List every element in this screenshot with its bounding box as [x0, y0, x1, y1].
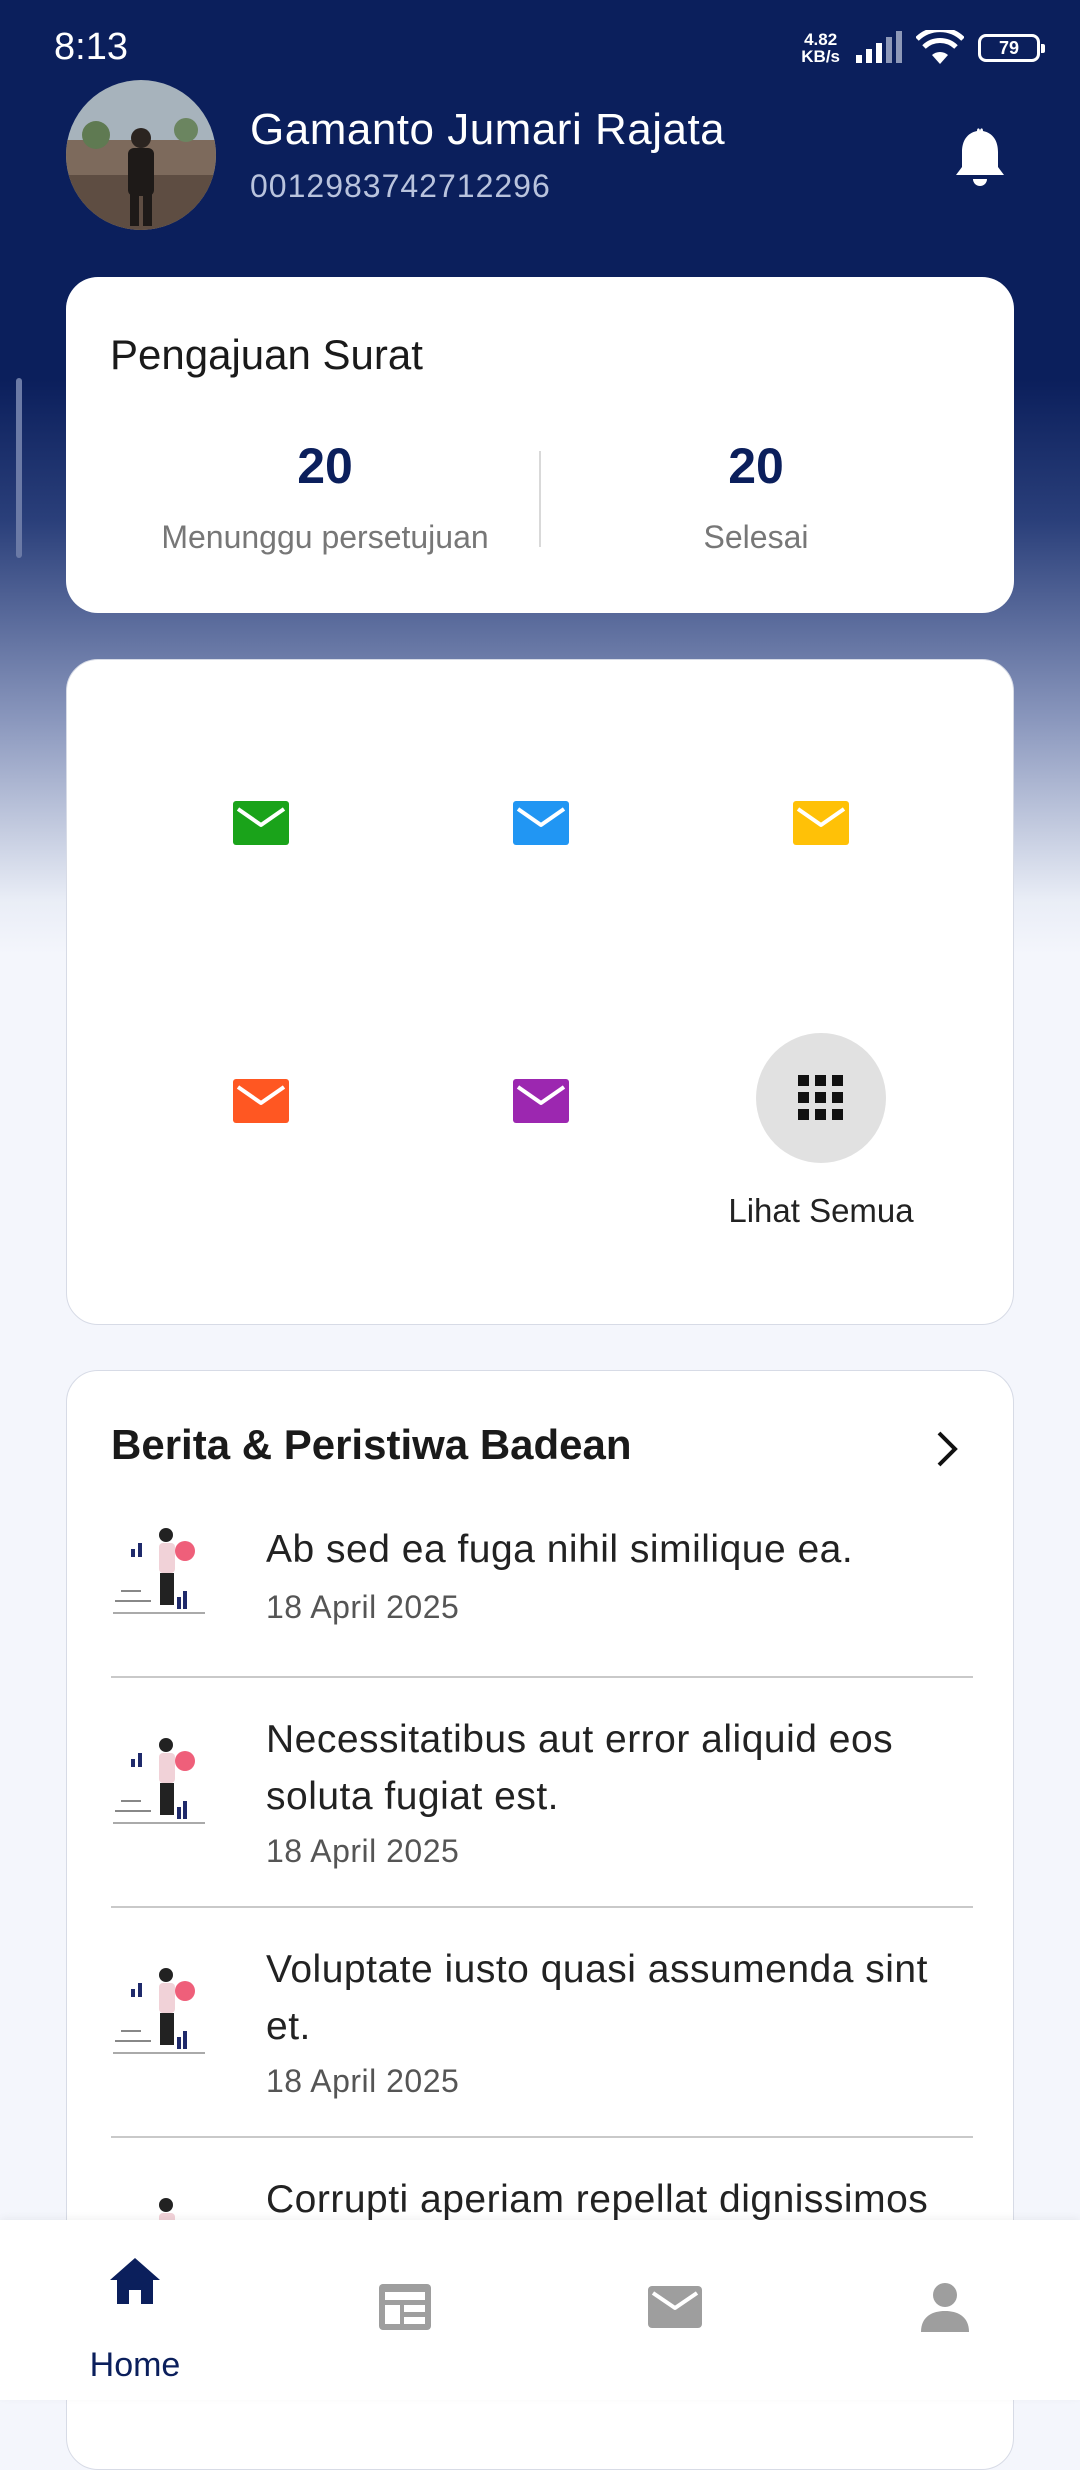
letter-menu-card: Lihat Semua: [66, 659, 1014, 1325]
avatar[interactable]: [66, 80, 216, 230]
battery-indicator: 79: [978, 34, 1045, 62]
wifi-icon: [916, 30, 964, 64]
see-all-label[interactable]: Lihat Semua: [697, 1192, 945, 1230]
notification-bell-icon[interactable]: [950, 125, 1010, 189]
newspaper-icon: [379, 2284, 431, 2330]
network-speed-unit: KB/s: [801, 47, 840, 66]
menu-tile-green[interactable]: [161, 753, 361, 893]
news-date: 18 April 2025: [266, 1833, 460, 1869]
nav-news[interactable]: [270, 2220, 540, 2400]
mail-icon: [233, 1079, 289, 1123]
mail-icon: [513, 1079, 569, 1123]
see-all-button[interactable]: [756, 1033, 886, 1163]
grid-icon: [798, 1075, 843, 1120]
scroll-indicator: [16, 378, 22, 558]
news-headline: Necessitatibus aut error aliquid eos sol…: [266, 1718, 894, 1818]
mail-icon: [233, 801, 289, 845]
news-item[interactable]: Voluptate iusto quasi assumenda sint et.…: [111, 1941, 973, 2121]
stat-done[interactable]: 20 Selesai: [541, 437, 971, 556]
menu-tile-orange[interactable]: [161, 1031, 361, 1171]
news-illustration-icon: [113, 1528, 205, 1614]
news-headline: Ab sed ea fuga nihil similique ea.: [266, 1528, 854, 1571]
person-icon: [921, 2283, 969, 2332]
network-speed-value: 4.82: [804, 30, 838, 49]
stat-pending[interactable]: 20 Menunggu persetujuan: [110, 437, 540, 556]
summary-title: Pengajuan Surat: [110, 331, 423, 378]
news-illustration-icon: [113, 1968, 205, 2054]
news-item[interactable]: Necessitatibus aut error aliquid eos sol…: [111, 1711, 973, 1891]
nav-home-label: Home: [89, 2346, 181, 2384]
pending-count: 20: [297, 438, 353, 494]
nav-home[interactable]: Home: [0, 2220, 270, 2400]
user-id: 0012983742712296: [250, 168, 551, 204]
news-title: Berita & Peristiwa Badean: [111, 1421, 632, 1468]
status-icons: 4.82 KB/s 79: [801, 30, 1045, 66]
mail-icon: [793, 801, 849, 845]
nav-profile[interactable]: [810, 2220, 1080, 2400]
chevron-right-icon[interactable]: [933, 1429, 963, 1469]
signal-icon: [856, 31, 902, 63]
home-icon: [110, 2258, 160, 2304]
network-speed: 4.82 KB/s: [801, 31, 840, 65]
done-count: 20: [728, 438, 784, 494]
mail-icon: [648, 2286, 702, 2328]
mail-icon: [513, 801, 569, 845]
menu-tile-blue[interactable]: [441, 753, 641, 893]
pending-label: Menunggu persetujuan: [161, 519, 489, 555]
news-divider: [111, 1906, 973, 1908]
menu-tile-purple[interactable]: [441, 1031, 641, 1171]
letter-summary-card: Pengajuan Surat 20 Menunggu persetujuan …: [66, 277, 1014, 613]
user-name: Gamanto Jumari Rajata: [250, 105, 726, 154]
menu-tile-yellow[interactable]: [721, 753, 921, 893]
nav-mail[interactable]: [540, 2220, 810, 2400]
news-headline: Voluptate iusto quasi assumenda sint et.: [266, 1948, 928, 2048]
news-divider: [111, 2136, 973, 2138]
done-label: Selesai: [703, 519, 809, 555]
news-illustration-icon: [113, 1738, 205, 1824]
status-time: 8:13: [54, 26, 128, 68]
news-item[interactable]: Ab sed ea fuga nihil similique ea. 18 Ap…: [111, 1521, 973, 1681]
news-date: 18 April 2025: [266, 1589, 460, 1625]
bottom-navigation: Home: [0, 2220, 1080, 2400]
news-date: 18 April 2025: [266, 2063, 460, 2099]
news-divider: [111, 1676, 973, 1678]
